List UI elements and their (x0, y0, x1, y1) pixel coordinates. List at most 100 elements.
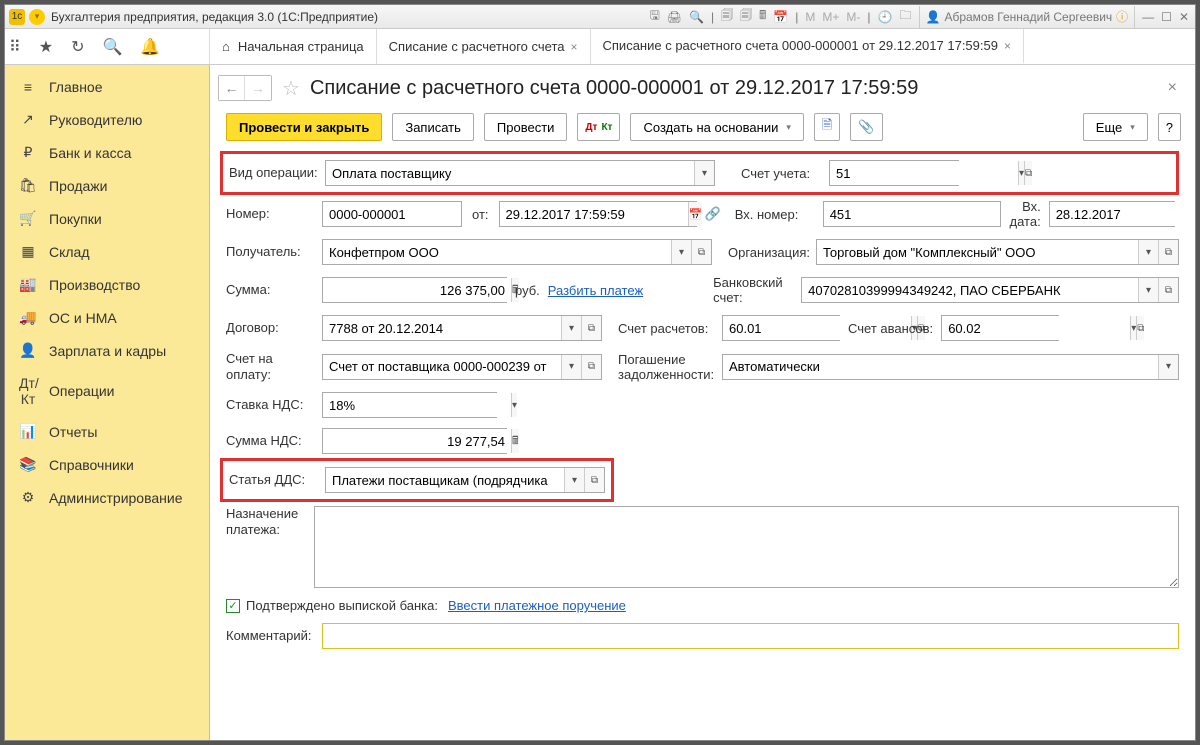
sidebar-item-purchases[interactable]: 🛒Покупки (5, 202, 209, 235)
create-based-button[interactable]: Создать на основании (630, 113, 803, 141)
in-number-input[interactable] (823, 201, 1001, 227)
open-icon[interactable]: ⧉ (1158, 278, 1178, 302)
sidebar-item-bank[interactable]: ₽Банк и касса (5, 136, 209, 169)
drop-icon[interactable]: ▾ (29, 9, 45, 25)
document-close-icon[interactable]: × (1168, 79, 1181, 97)
sidebar-item-main[interactable]: ≡Главное (5, 71, 209, 103)
save-icon[interactable]: 🖫 (650, 6, 660, 27)
calendar-icon[interactable]: 📅 (773, 10, 788, 24)
structure-button[interactable]: 🗎 (814, 113, 840, 141)
contract-combo[interactable]: ▾ ⧉ (322, 315, 602, 341)
make-payment-order-link[interactable]: Ввести платежное поручение (448, 598, 626, 613)
ok-link-icon[interactable]: 🔗 (705, 206, 721, 222)
op-kind-input[interactable] (326, 161, 694, 185)
copy-icon[interactable]: 🗐 (740, 6, 752, 27)
date-input[interactable] (500, 202, 688, 226)
purpose-textarea[interactable] (314, 506, 1179, 588)
org-input[interactable] (817, 240, 1138, 264)
print-icon[interactable]: 🖨 (667, 10, 682, 24)
number-input[interactable] (322, 201, 462, 227)
sidebar-item-assets[interactable]: 🚚ОС и НМА (5, 301, 209, 334)
compare-icon[interactable]: 🗐 (721, 6, 733, 27)
calendar-icon[interactable]: 📅 (688, 202, 703, 226)
dropdown-icon[interactable]: ▾ (561, 355, 581, 379)
dds-input[interactable] (326, 468, 564, 492)
scale-mplus-icon[interactable]: M+ (822, 10, 839, 24)
sidebar-item-production[interactable]: 🏭Производство (5, 268, 209, 301)
minimize-icon[interactable]: — (1142, 10, 1154, 24)
clock-icon[interactable]: 🕘 (878, 10, 893, 24)
dropdown-icon[interactable]: ▾ (564, 468, 584, 492)
invoice-input[interactable] (323, 355, 561, 379)
org-combo[interactable]: ▾ ⧉ (816, 239, 1179, 265)
open-icon[interactable]: ⧉ (1158, 240, 1178, 264)
scale-mminus-icon[interactable]: M- (846, 10, 860, 24)
sidebar-item-stock[interactable]: ▦Склад (5, 235, 209, 268)
op-kind-combo[interactable]: ▾ (325, 160, 715, 186)
debt-input[interactable] (723, 355, 1158, 379)
preview-icon[interactable]: 🔍 (689, 10, 704, 24)
account-combo[interactable]: ▾ ⧉ (829, 160, 959, 186)
acc-adv-input[interactable] (942, 316, 1130, 340)
calc-icon[interactable]: 🖩 (759, 6, 766, 27)
debt-combo[interactable]: ▾ (722, 354, 1179, 380)
open-icon[interactable]: ⧉ (581, 355, 601, 379)
open-icon[interactable]: ⧉ (1136, 316, 1144, 340)
dds-combo[interactable]: ▾ ⧉ (325, 467, 605, 493)
sidebar-item-hr[interactable]: 👤Зарплата и кадры (5, 334, 209, 367)
scale-m-icon[interactable]: M (805, 10, 815, 24)
vat-sum-field[interactable]: 🖩 (322, 428, 507, 454)
sidebar-item-director[interactable]: ↗Руководителю (5, 103, 209, 136)
in-date-combo[interactable]: 📅 (1049, 201, 1175, 227)
sidebar-item-reports[interactable]: 📊Отчеты (5, 415, 209, 448)
sidebar-item-operations[interactable]: Дт/КтОперации (5, 367, 209, 415)
maximize-icon[interactable]: ☐ (1161, 10, 1172, 24)
vat-sum-input[interactable] (323, 429, 511, 453)
nav-forward-button[interactable]: → (245, 76, 271, 100)
attachment-button[interactable]: 📎 (850, 113, 882, 141)
split-payment-link[interactable]: Разбить платеж (548, 283, 643, 298)
dropdown-icon[interactable]: ▾ (671, 240, 691, 264)
more-button[interactable]: Еще (1083, 113, 1148, 141)
open-icon[interactable]: ⧉ (691, 240, 711, 264)
invoice-combo[interactable]: ▾ ⧉ (322, 354, 602, 380)
post-and-close-button[interactable]: Провести и закрыть (226, 113, 382, 141)
acc-settl-combo[interactable]: ▾ ⧉ (722, 315, 840, 341)
recipient-input[interactable] (323, 240, 671, 264)
tab-close-icon[interactable]: × (1004, 39, 1011, 53)
dropdown-icon[interactable]: ▾ (1138, 240, 1158, 264)
dropdown-icon[interactable]: ▾ (1138, 278, 1158, 302)
contract-input[interactable] (323, 316, 561, 340)
tab-doc-current[interactable]: Списание с расчетного счета 0000-000001 … (591, 29, 1024, 64)
dt-kt-button[interactable]: ДтКт (577, 113, 620, 141)
apps-icon[interactable]: ⠿ (9, 37, 21, 57)
comment-input[interactable] (322, 623, 1179, 649)
confirmed-checkbox[interactable]: ✓ Подтверждено выпиской банка: (226, 598, 438, 613)
acc-adv-combo[interactable]: ▾ ⧉ (941, 315, 1059, 341)
tab-doc-list[interactable]: Списание с расчетного счета × (377, 29, 591, 64)
dropdown-icon[interactable]: ▾ (694, 161, 714, 185)
nav-back-button[interactable]: ← (219, 76, 245, 100)
in-date-input[interactable] (1050, 202, 1195, 226)
help-button[interactable]: ? (1158, 113, 1181, 141)
user-chip[interactable]: 👤 Абрамов Геннадий Сергеевич ⓘ (919, 6, 1136, 28)
record-button[interactable]: Записать (392, 113, 474, 141)
vat-rate-input[interactable] (323, 393, 511, 417)
folder-icon[interactable]: 🗀 (899, 6, 911, 27)
close-icon[interactable]: ✕ (1179, 10, 1189, 24)
sidebar-item-sales[interactable]: 🛍Продажи (5, 169, 209, 202)
dropdown-icon[interactable]: ▾ (1158, 355, 1178, 379)
history-icon[interactable]: ↻ (71, 37, 84, 57)
open-icon[interactable]: ⧉ (581, 316, 601, 340)
vat-rate-combo[interactable]: ▾ (322, 392, 497, 418)
amount-field[interactable]: 🖩 (322, 277, 507, 303)
tab-home[interactable]: ⌂ Начальная страница (210, 29, 377, 64)
favorite-star-icon[interactable]: ☆ (282, 76, 300, 101)
open-icon[interactable]: ⧉ (584, 468, 604, 492)
tab-close-icon[interactable]: × (570, 40, 577, 54)
search-icon[interactable]: 🔍 (102, 37, 122, 57)
dropdown-icon[interactable]: ▾ (561, 316, 581, 340)
sidebar-item-catalogs[interactable]: 📚Справочники (5, 448, 209, 481)
amount-input[interactable] (323, 278, 511, 302)
open-icon[interactable]: ⧉ (1024, 161, 1032, 185)
